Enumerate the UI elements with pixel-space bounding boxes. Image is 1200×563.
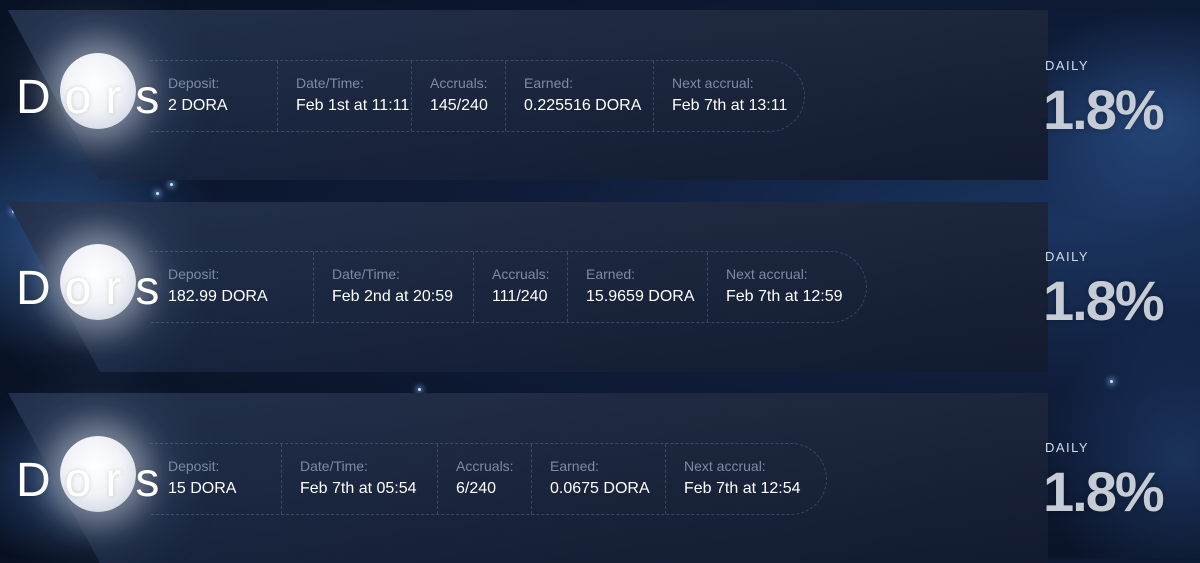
accruals-label: Accruals: xyxy=(492,266,550,282)
earned-value: 0.0675 DORA xyxy=(550,480,650,497)
datetime-cell: Date/Time: Feb 2nd at 20:59 xyxy=(314,252,474,322)
datetime-cell: Date/Time: Feb 7th at 05:54 xyxy=(282,444,438,514)
datetime-label: Date/Time: xyxy=(332,266,400,282)
accruals-value: 145/240 xyxy=(430,97,488,114)
accruals-value: 6/240 xyxy=(456,480,497,497)
star xyxy=(418,388,421,391)
next-accrual-value: Feb 7th at 12:54 xyxy=(684,480,801,497)
accruals-cell: Accruals: 111/240 xyxy=(474,252,568,322)
rate-label: DAILY xyxy=(1045,440,1090,455)
datetime-value: Feb 2nd at 20:59 xyxy=(332,288,453,305)
investment-stats: Deposit: 15 DORA Date/Time: Feb 7th at 0… xyxy=(150,443,827,515)
rate-value: 1.8% xyxy=(1043,78,1165,141)
datetime-label: Date/Time: xyxy=(300,458,368,474)
star xyxy=(170,183,173,186)
deposit-cell: Deposit: 182.99 DORA xyxy=(150,252,314,322)
accruals-cell: Accruals: 6/240 xyxy=(438,444,532,514)
accruals-cell: Accruals: 145/240 xyxy=(412,61,506,131)
deposit-cell: Deposit: 15 DORA xyxy=(150,444,282,514)
deposit-label: Deposit: xyxy=(168,266,220,282)
rate-label: DAILY xyxy=(1045,249,1090,264)
next-accrual-cell: Next accrual: Feb 7th at 12:54 xyxy=(666,444,826,514)
earned-label: Earned: xyxy=(586,266,636,282)
earned-cell: Earned: 0.225516 DORA xyxy=(506,61,654,131)
deposit-value: 2 DORA xyxy=(168,97,228,114)
datetime-cell: Date/Time: Feb 1st at 11:11 xyxy=(278,61,412,131)
next-accrual-label: Next accrual: xyxy=(672,75,754,91)
rate-value: 1.8% xyxy=(1043,269,1165,332)
datetime-label: Date/Time: xyxy=(296,75,364,91)
deposit-label: Deposit: xyxy=(168,458,220,474)
next-accrual-value: Feb 7th at 13:11 xyxy=(672,97,788,114)
accruals-value: 111/240 xyxy=(492,288,548,305)
earned-label: Earned: xyxy=(524,75,574,91)
earned-value: 15.9659 DORA xyxy=(586,288,695,305)
star xyxy=(156,192,159,195)
earned-cell: Earned: 15.9659 DORA xyxy=(568,252,708,322)
star xyxy=(1110,380,1113,383)
next-accrual-cell: Next accrual: Feb 7th at 13:11 xyxy=(654,61,804,131)
next-accrual-value: Feb 7th at 12:59 xyxy=(726,288,843,305)
rate-label: DAILY xyxy=(1045,58,1090,73)
deposit-value: 15 DORA xyxy=(168,480,237,497)
next-accrual-cell: Next accrual: Feb 7th at 12:59 xyxy=(708,252,866,322)
investment-stats: Deposit: 182.99 DORA Date/Time: Feb 2nd … xyxy=(150,251,867,323)
rate-value: 1.8% xyxy=(1043,460,1165,523)
datetime-value: Feb 1st at 11:11 xyxy=(296,97,410,114)
investment-stats: Deposit: 2 DORA Date/Time: Feb 1st at 11… xyxy=(150,60,805,132)
deposit-label: Deposit: xyxy=(168,75,220,91)
deposit-value: 182.99 DORA xyxy=(168,288,268,305)
earned-cell: Earned: 0.0675 DORA xyxy=(532,444,666,514)
next-accrual-label: Next accrual: xyxy=(684,458,766,474)
earned-label: Earned: xyxy=(550,458,600,474)
earned-value: 0.225516 DORA xyxy=(524,97,642,114)
accruals-label: Accruals: xyxy=(456,458,514,474)
deposit-cell: Deposit: 2 DORA xyxy=(150,61,278,131)
accruals-label: Accruals: xyxy=(430,75,488,91)
datetime-value: Feb 7th at 05:54 xyxy=(300,480,417,497)
next-accrual-label: Next accrual: xyxy=(726,266,808,282)
